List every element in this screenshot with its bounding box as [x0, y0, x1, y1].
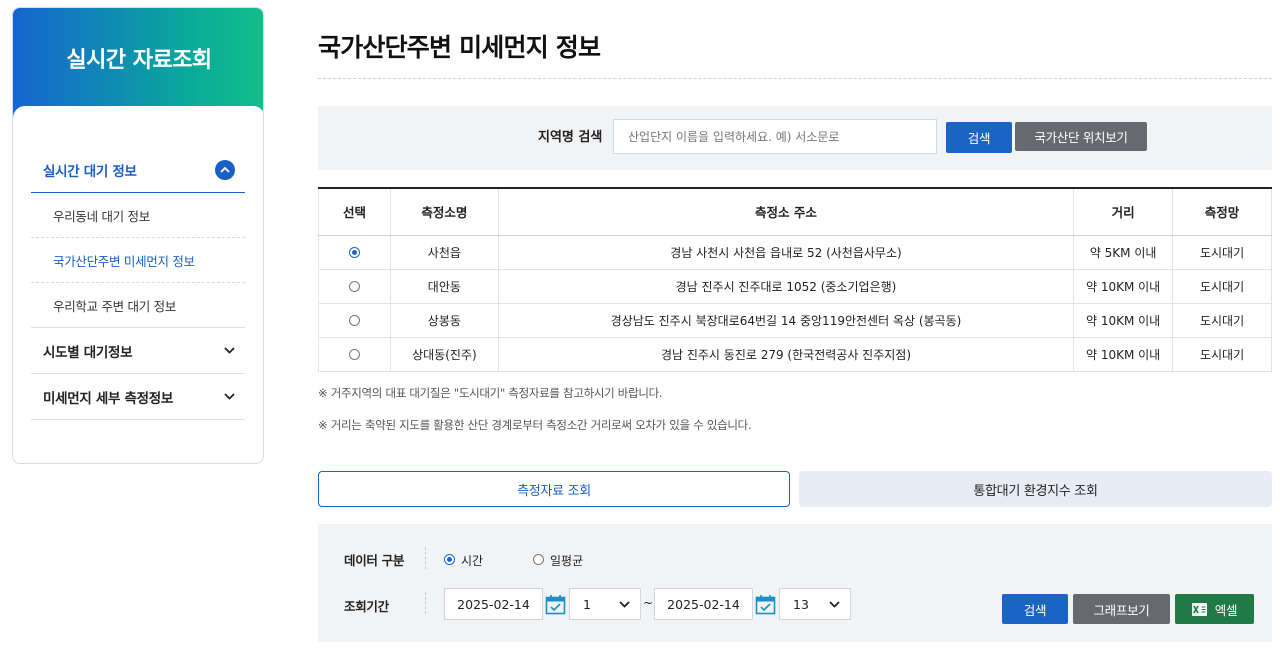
data-type-label: 데이터 구분 [344, 553, 405, 568]
station-name: 사천읍 [389, 235, 499, 270]
station-distance: 약 5KM 이내 [1073, 235, 1173, 270]
sidebar-menu: 실시간 대기 정보 우리동네 대기 정보 국가산단주변 미세먼지 정보 우리학교… [13, 106, 263, 463]
start-hour-value: 1 [583, 596, 591, 612]
station-table: 선택 측정소명 측정소 주소 거리 측정망 사천읍 경남 사천시 사천읍 읍내로… [318, 187, 1272, 372]
end-hour-select[interactable]: 13 [779, 588, 851, 620]
tab-measurement-data[interactable]: 측정자료 조회 [318, 471, 790, 507]
excel-icon [1191, 602, 1207, 616]
start-date-input[interactable]: 2025-02-14 [444, 588, 543, 620]
calendar-icon[interactable] [545, 594, 566, 615]
chevron-down-icon [829, 600, 840, 608]
station-address: 경남 사천시 사천읍 읍내로 52 (사천읍사무소) [497, 235, 1074, 270]
station-name: 상대동(진주) [389, 337, 499, 372]
select-cell [318, 235, 391, 270]
query-panel: 데이터 구분 시간 일평균 조회기간 2025-02-14 1 ~ 2025-0… [318, 524, 1272, 642]
column-header: 측정망 [1172, 187, 1272, 236]
chevron-down-icon [224, 393, 235, 400]
sidebar-header: 실시간 자료조회 [13, 8, 263, 120]
page-title: 국가산단주변 미세먼지 정보 [318, 33, 601, 62]
table-row[interactable]: 사천읍 경남 사천시 사천읍 읍내로 52 (사천읍사무소) 약 5KM 이내 … [318, 235, 1272, 270]
excel-button[interactable]: 엑셀 [1175, 594, 1254, 624]
complex-location-button[interactable]: 국가산단 위치보기 [1015, 122, 1147, 151]
end-hour-value: 13 [793, 596, 809, 612]
menu-label: 시도별 대기정보 [43, 344, 133, 361]
station-network: 도시대기 [1172, 303, 1272, 338]
column-header: 거리 [1073, 187, 1173, 236]
station-distance: 약 10KM 이내 [1073, 337, 1173, 372]
station-radio[interactable] [348, 281, 360, 292]
menu-label: 실시간 대기 정보 [43, 163, 137, 180]
sidebar-item-industrial-complex-dust[interactable]: 국가산단주변 미세먼지 정보 [31, 238, 245, 283]
data-type-hourly-radio[interactable] [444, 554, 455, 565]
menu-group-realtime: 실시간 대기 정보 우리동네 대기 정보 국가산단주변 미세먼지 정보 우리학교… [31, 147, 245, 420]
search-panel: 지역명 검색 검색 국가산단 위치보기 [318, 106, 1272, 170]
search-button[interactable]: 검색 [946, 122, 1012, 153]
station-radio[interactable] [348, 315, 360, 326]
station-network: 도시대기 [1172, 337, 1272, 372]
calendar-icon[interactable] [755, 594, 776, 615]
title-divider [318, 78, 1272, 79]
station-distance: 약 10KM 이내 [1073, 303, 1173, 338]
sidebar: 실시간 자료조회 실시간 대기 정보 우리동네 대기 정보 국가산단주변 미세먼… [12, 7, 264, 464]
note-text: ※ 거리는 축약된 지도를 활용한 산단 경계로부터 측정소간 거리로써 오차가… [318, 418, 752, 432]
period-separator: ~ [643, 596, 654, 610]
table-header-row: 선택 측정소명 측정소 주소 거리 측정망 [318, 187, 1272, 236]
menu-realtime-air-info[interactable]: 실시간 대기 정보 [31, 147, 245, 193]
sidebar-item-school-air[interactable]: 우리학교 주변 대기 정보 [31, 283, 245, 328]
chevron-up-icon[interactable] [215, 159, 235, 180]
note-text: ※ 거주지역의 대표 대기질은 "도시대기" 측정자료를 참고하시기 바랍니다. [318, 386, 663, 400]
data-type-hourly-label[interactable]: 시간 [461, 552, 483, 569]
divider [425, 592, 426, 614]
excel-button-label: 엑셀 [1214, 602, 1238, 618]
station-radio[interactable] [348, 247, 360, 258]
tab-air-quality-index[interactable]: 통합대기 환경지수 조회 [799, 471, 1272, 507]
column-header: 측정소 주소 [497, 187, 1074, 236]
station-name: 대안동 [389, 269, 499, 304]
table-row[interactable]: 대안동 경남 진주시 진주대로 1052 (중소기업은행) 약 10KM 이내 … [318, 269, 1272, 304]
station-address: 경남 진주시 동진로 279 (한국전력공사 진주지점) [497, 337, 1074, 372]
chevron-down-icon [619, 600, 630, 608]
select-cell [318, 269, 391, 304]
data-type-daily-radio[interactable] [533, 554, 544, 565]
menu-label: 미세먼지 세부 측정정보 [43, 390, 173, 407]
station-network: 도시대기 [1172, 235, 1272, 270]
chevron-down-icon [224, 347, 235, 354]
column-header: 측정소명 [389, 187, 499, 236]
menu-province-air-info[interactable]: 시도별 대기정보 [31, 328, 245, 374]
table-row[interactable]: 상봉동 경상남도 진주시 북장대로64번길 14 중앙119안전센터 옥상 (봉… [318, 303, 1272, 338]
search-input[interactable] [613, 119, 937, 154]
divider [425, 547, 426, 569]
sidebar-title: 실시간 자료조회 [66, 48, 212, 73]
start-hour-select[interactable]: 1 [569, 588, 641, 620]
station-radio[interactable] [348, 349, 360, 360]
sidebar-item-neighborhood-air[interactable]: 우리동네 대기 정보 [31, 193, 245, 238]
table-row[interactable]: 상대동(진주) 경남 진주시 동진로 279 (한국전력공사 진주지점) 약 1… [318, 337, 1272, 372]
select-cell [318, 303, 391, 338]
station-network: 도시대기 [1172, 269, 1272, 304]
station-distance: 약 10KM 이내 [1073, 269, 1173, 304]
menu-dust-detail-info[interactable]: 미세먼지 세부 측정정보 [31, 374, 245, 420]
search-label: 지역명 검색 [538, 130, 603, 145]
station-address: 경남 진주시 진주대로 1052 (중소기업은행) [497, 269, 1074, 304]
select-cell [318, 337, 391, 372]
graph-view-button[interactable]: 그래프보기 [1073, 594, 1170, 624]
station-name: 상봉동 [389, 303, 499, 338]
column-header: 선택 [318, 187, 391, 236]
query-search-button[interactable]: 검색 [1002, 594, 1068, 624]
period-label: 조회기간 [344, 599, 389, 614]
data-type-daily-label[interactable]: 일평균 [550, 552, 583, 569]
end-date-input[interactable]: 2025-02-14 [654, 588, 753, 620]
station-address: 경상남도 진주시 북장대로64번길 14 중앙119안전센터 옥상 (봉곡동) [497, 303, 1074, 338]
